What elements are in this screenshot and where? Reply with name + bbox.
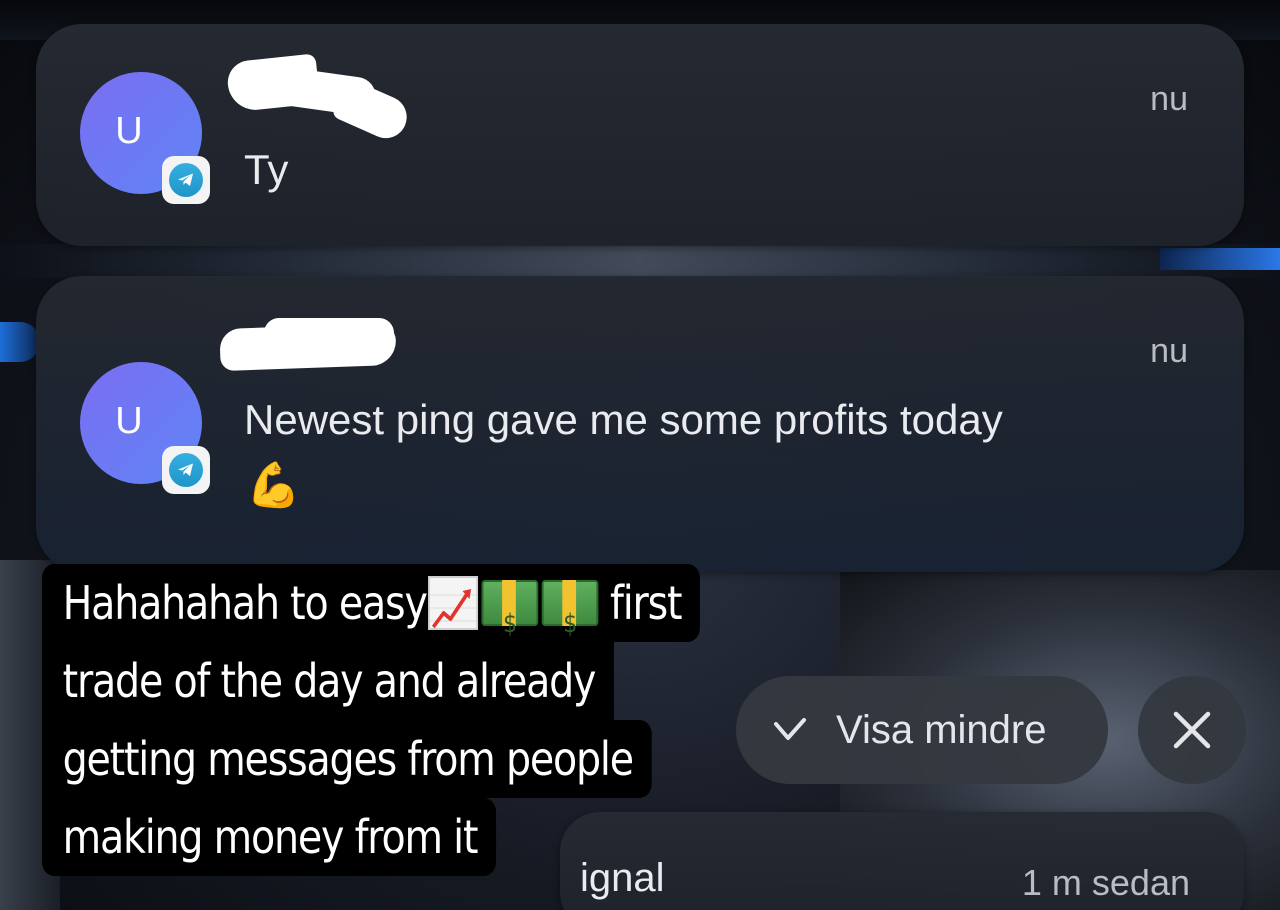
timestamp: nu [1150,80,1188,118]
telegram-icon [162,156,210,204]
notification-card[interactable]: U Newest ping gave me some profits today… [36,276,1244,572]
clear-notifications-button[interactable] [1138,676,1246,784]
flexed-biceps-emoji: 💪 [246,461,301,510]
caption-text: first [610,576,682,630]
avatar-letter: U [115,109,143,152]
show-less-label: Visa mindre [836,708,1047,752]
caption-text: getting messages from people [62,732,634,786]
wallpaper-dashboard-strip [0,244,1280,278]
close-icon [1173,711,1211,749]
caption-text: making money from it [62,810,479,864]
lock-screen: U Ty nu U Newest ping gave me some profi… [0,0,1280,910]
telegram-icon [162,446,210,494]
message-text: Newest ping gave me some profits today [244,396,1003,443]
money-emoji: $ [541,579,599,639]
caption-line: getting messages from people [42,720,652,798]
avatar-letter: U [115,399,143,442]
message-text: Ty [244,146,289,193]
caption-text: trade of the day and already [62,654,597,708]
timestamp: nu [1150,332,1188,370]
caption-line: trade of the day and already [42,642,615,720]
caption-text: Hahahahah to easy [62,576,428,630]
timestamp: 1 m sedan [1021,862,1190,903]
caption-line: Hahahahah to easy $ $ first [42,564,701,642]
wallpaper-ambient-light [0,322,40,362]
chart-increasing-emoji [428,575,479,630]
caption-line: making money from it [42,798,497,876]
wallpaper-ambient-light [1160,248,1280,270]
money-emoji: $ [481,579,539,639]
caption-overlay: Hahahahah to easy $ $ first trade of the d… [42,564,832,910]
notification-card[interactable]: U Ty nu [36,24,1244,246]
